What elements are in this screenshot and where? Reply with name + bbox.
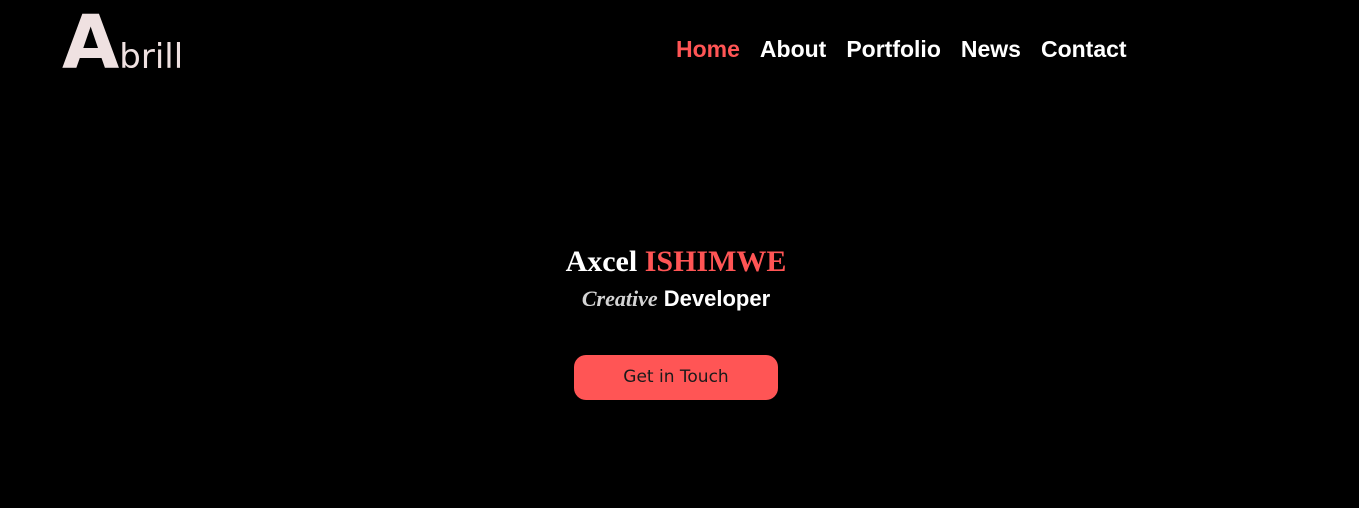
logo-initial: A (62, 0, 119, 86)
site-logo[interactable]: A brill (62, 0, 184, 86)
hero-first-name: Axcel (565, 245, 638, 278)
role-prefix: Creative (581, 286, 658, 311)
get-in-touch-button[interactable]: Get in Touch (574, 355, 778, 400)
role-title: Developer (663, 286, 771, 311)
nav-contact[interactable]: Contact (1041, 32, 1127, 66)
hero-last-name: ISHIMWE (644, 245, 787, 278)
main-nav: Home About Portfolio News Contact (676, 32, 1127, 66)
hero-name: Axcel ISHIMWE (0, 242, 1352, 282)
nav-home[interactable]: Home (676, 32, 740, 66)
nav-news[interactable]: News (961, 32, 1021, 66)
logo-wordmark: brill (119, 37, 184, 77)
hero-role: Creative Developer (0, 284, 1352, 314)
nav-about[interactable]: About (760, 32, 826, 66)
hero-section: Axcel ISHIMWE Creative Developer (0, 242, 1352, 314)
nav-portfolio[interactable]: Portfolio (846, 32, 941, 66)
